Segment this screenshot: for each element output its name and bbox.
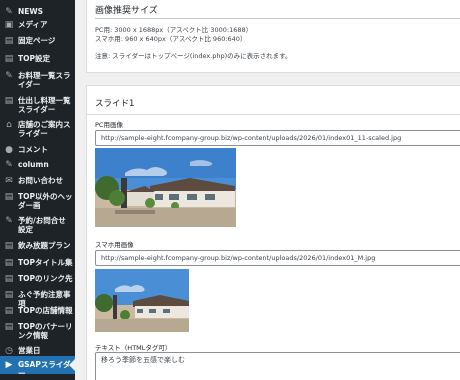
page-icon: ▤ xyxy=(4,258,14,268)
clock-icon: ◷ xyxy=(5,346,13,356)
sidebar-item-label: column xyxy=(18,160,49,169)
sp-size-hint: スマホ用: 960 x 640px（アスペクト比 960:640） xyxy=(95,35,247,43)
slide-text-textarea[interactable]: 移ろう季節を五感で楽しむ xyxy=(95,352,460,380)
store-icon: ⌂ xyxy=(6,120,12,130)
sidebar-item-label: GSAPスライダー xyxy=(18,360,71,378)
recommended-size-panel: 画像推奨サイズ PC用: 3000 x 1688px（アスペクト比 3000:1… xyxy=(86,0,460,73)
pin-icon: ✎ xyxy=(5,71,13,81)
sidebar-item-label: 店舗のご案内スライダー xyxy=(18,120,71,138)
sidebar-item-label: TOP設定 xyxy=(18,54,50,63)
sidebar-item[interactable]: ✎ お料理一覧スライダー xyxy=(0,67,75,93)
page-icon: ▤ xyxy=(4,274,14,284)
page-icon: ▤ xyxy=(4,96,14,106)
page-icon: ▤ xyxy=(4,322,14,332)
sp-image-label: スマホ用画像 xyxy=(95,241,134,249)
slide-title: スライド1 xyxy=(95,99,135,109)
slide-1-panel: スライド1 PC用画像 http://sample-eight.fcompany… xyxy=(86,85,460,380)
sidebar-item-label: TOPの店舗情報 xyxy=(18,306,73,315)
pc-size-hint: PC用: 3000 x 1688px（アスペクト比 3000:1688） xyxy=(95,26,253,34)
page-icon: ▤ xyxy=(4,290,14,300)
sidebar-item-label: メディア xyxy=(18,20,48,29)
sidebar-item[interactable]: ▤ TOP設定 xyxy=(0,50,75,68)
text-label: テキスト（HTMLタグ可） xyxy=(95,344,172,352)
pc-image-url-input[interactable]: http://sample-eight.fcompany-group.biz/w… xyxy=(95,130,460,146)
sidebar-item-label: TOPのリンク先 xyxy=(18,274,73,283)
sidebar-item-label: 固定ページ xyxy=(18,36,56,45)
sidebar-item-label: お問い合わせ xyxy=(18,176,63,185)
sidebar-item-label: TOPのバナーリンク情報 xyxy=(18,322,73,340)
sidebar-item-label: お料理一覧スライダー xyxy=(18,71,71,89)
sidebar-item[interactable]: ▶ GSAPスライダー xyxy=(0,356,75,378)
sidebar-item-label: TOPタイトル集 xyxy=(18,258,73,267)
sidebar-item[interactable]: ▤ 仕出し料理一覧スライダー xyxy=(0,92,75,118)
pin-icon: ✎ xyxy=(5,216,13,226)
sidebar-item-label: NEWS xyxy=(18,7,44,16)
sidebar-item-label: コメント xyxy=(18,145,48,154)
page-icon: ▤ xyxy=(4,306,14,316)
sidebar-item-label: 仕出し料理一覧スライダー xyxy=(18,96,71,114)
sidebar-item[interactable]: ✎ 予約/お問合せ設定 xyxy=(0,212,75,238)
divider xyxy=(87,114,460,115)
recommended-size-title: 画像推奨サイズ xyxy=(95,6,158,16)
sp-image-preview xyxy=(95,269,189,332)
sidebar-item-label: 予約/お問合せ設定 xyxy=(18,216,66,234)
sidebar-item[interactable]: ▤ TOP以外のヘッダー画 xyxy=(0,188,75,214)
sidebar-item-label: TOP以外のヘッダー画 xyxy=(18,192,73,210)
mail-icon: ✉ xyxy=(5,176,13,186)
sp-image-url-input[interactable]: http://sample-eight.fcompany-group.biz/w… xyxy=(95,250,460,266)
sidebar-item[interactable]: ▤ 固定ページ xyxy=(0,32,75,50)
media-icon: ▣ xyxy=(4,20,14,30)
comment-icon: ● xyxy=(5,145,13,155)
main-content: 画像推奨サイズ PC用: 3000 x 1688px（アスペクト比 3000:1… xyxy=(75,0,460,380)
sidebar-item-label: 飲み放題プラン xyxy=(18,241,71,250)
page-icon: ▤ xyxy=(4,54,14,64)
slider-note: 注意: スライダーはトップページ(index.php)のみに表示されます。 xyxy=(95,52,292,60)
sidebar-item-label: 営業日 xyxy=(18,346,41,355)
page-icon: ▤ xyxy=(4,192,14,202)
pc-image-preview xyxy=(95,148,236,227)
sidebar-item[interactable]: ▤ 飲み放題プラン xyxy=(0,237,75,255)
sidebar-item[interactable]: ⌂ 店舗のご案内スライダー xyxy=(0,116,75,142)
page-icon: ▤ xyxy=(4,36,14,46)
sidebar-item[interactable]: ▤ TOPのバナーリンク情報 xyxy=(0,318,75,344)
divider xyxy=(95,18,460,19)
admin-sidebar: ✎ NEWS ▣ メディア ▤ 固定ページ ▤ TOP設定 ✎ お料理一覧スライダー ▤ 仕出し料理一… xyxy=(0,0,75,380)
pin-icon: ✎ xyxy=(5,160,13,170)
slider-icon: ▶ xyxy=(5,360,13,370)
pc-image-label: PC用画像 xyxy=(95,121,123,129)
page-icon: ▤ xyxy=(4,241,14,251)
